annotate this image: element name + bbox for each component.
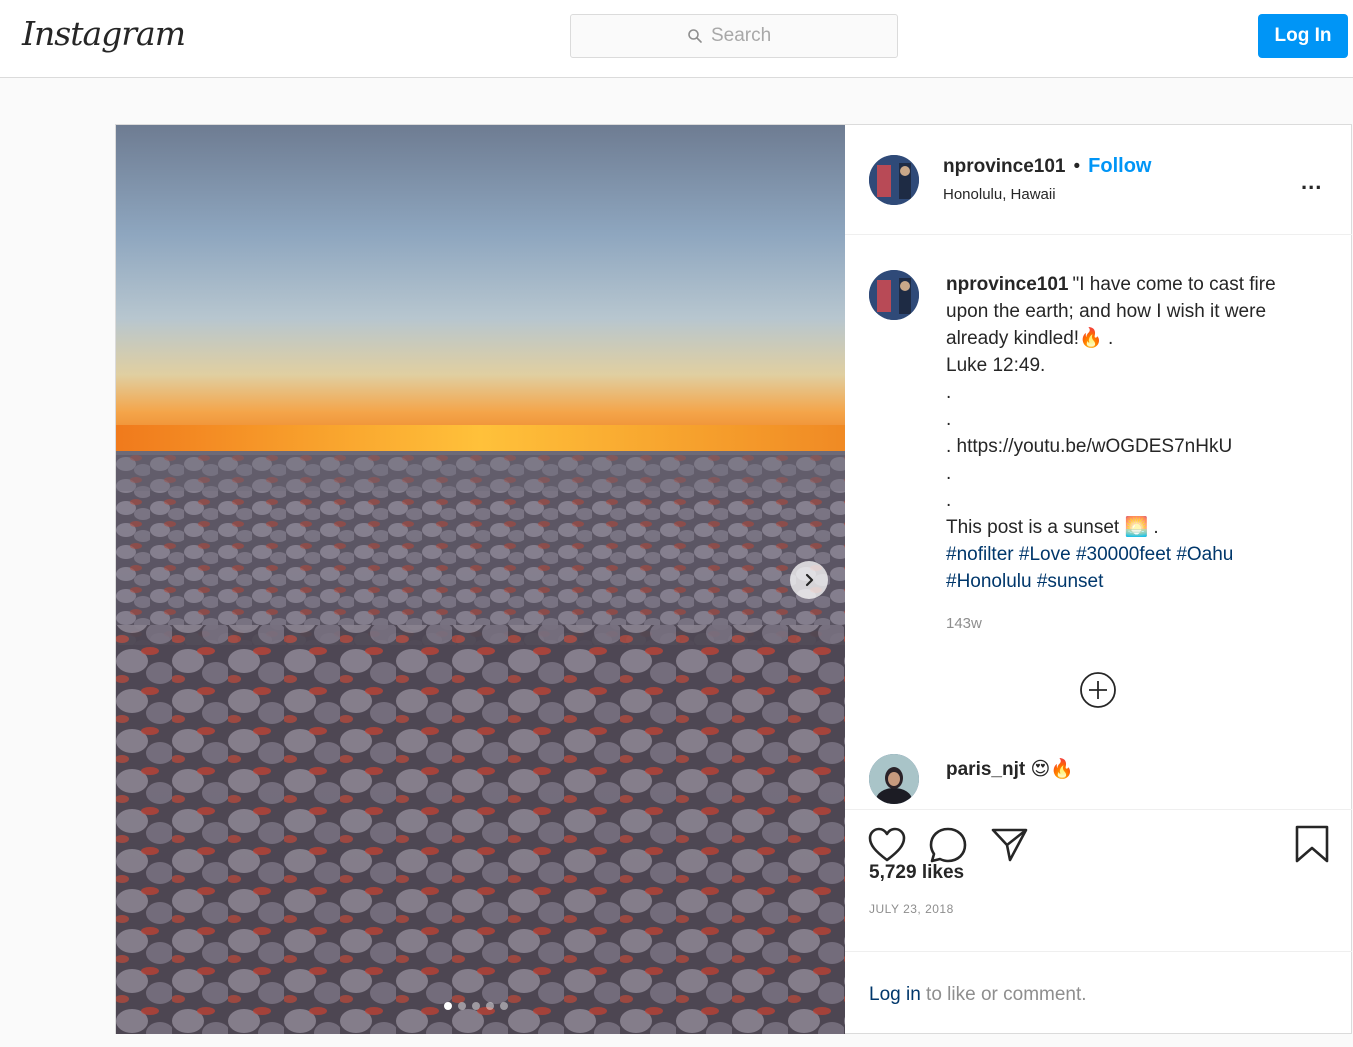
top-navigation-bar: Instagram Log In [0,0,1353,78]
login-prompt: Log in to like or comment. [869,984,1087,1006]
carousel-dot-2 [458,1002,466,1010]
carousel-next-button[interactable] [790,561,828,599]
post-footer: Log in to like or comment. [845,951,1352,1034]
search-icon [688,29,702,43]
save-button[interactable] [1293,824,1331,867]
caption-username[interactable]: nprovince101 [946,274,1069,295]
post-card: nprovince101 • Follow Honolulu, Hawaii .… [115,124,1352,1034]
carousel-dot-1 [444,1002,452,1010]
comment-icon [929,827,967,863]
hashtag-30000feet[interactable]: #30000feet [1076,544,1171,565]
share-icon [991,828,1028,862]
hashtag-nofilter[interactable]: #nofilter [946,544,1014,565]
post-actions: 5,729 likes JULY 23, 2018 [845,809,1352,951]
caption-line-2: Luke 12:49. [946,355,1046,376]
post-location[interactable]: Honolulu, Hawaii [943,186,1056,203]
login-prompt-text: to like or comment. [920,984,1087,1005]
carousel-indicator [444,1002,508,1010]
instagram-logo[interactable]: Instagram [22,14,186,53]
search-input[interactable] [711,25,781,47]
post-header: nprovince101 • Follow Honolulu, Hawaii .… [845,125,1352,235]
caption-line-7: . [946,490,952,511]
caption-line-8: This post is a sunset 🌅 . [946,517,1159,538]
likes-count[interactable]: 5,729 likes [869,862,964,884]
caption-age[interactable]: 143w [946,615,982,632]
author-line: nprovince101 • Follow [943,155,1151,178]
like-button[interactable] [867,826,907,867]
author-username[interactable]: nprovince101 [943,156,1066,178]
author-avatar[interactable] [869,155,919,205]
hashtag-honolulu[interactable]: #Honolulu [946,571,1032,592]
post-sidebar: nprovince101 • Follow Honolulu, Hawaii .… [845,125,1352,1034]
carousel-dot-4 [486,1002,494,1010]
post-caption: nprovince101 "I have come to cast fire up… [946,271,1321,595]
hashtag-oahu[interactable]: #Oahu [1176,544,1233,565]
post-photo[interactable] [116,125,845,1034]
follow-button[interactable]: Follow [1088,155,1151,178]
commenter-username[interactable]: paris_njt [946,759,1025,780]
hashtag-sunset[interactable]: #sunset [1037,571,1104,592]
plus-circle-icon [1080,672,1116,708]
commenter-avatar-image [869,754,919,804]
sunset-clouds-image [116,125,845,1034]
heart-icon [868,827,906,862]
chevron-right-icon [805,573,814,587]
author-avatar-image [869,155,919,205]
caption-line-4: . [946,409,952,430]
share-button[interactable] [989,826,1029,867]
caption-line-3: . [946,382,952,403]
carousel-dot-5 [500,1002,508,1010]
commenter-avatar[interactable] [869,754,919,804]
comment-text: 😍🔥 [1030,759,1074,780]
caption-avatar-image [869,270,919,320]
log-in-button[interactable]: Log In [1258,14,1348,58]
log-in-link[interactable]: Log in [869,984,921,1005]
caption-link-line[interactable]: . https://youtu.be/wOGDES7nHkU [946,433,1321,460]
caption-avatar[interactable] [869,270,919,320]
bookmark-icon [1295,825,1329,863]
search-box[interactable] [570,14,898,58]
comment-button[interactable] [928,826,968,867]
separator-dot: • [1073,155,1081,177]
comment-row: paris_njt 😍🔥 [946,757,1074,781]
more-options-icon[interactable]: ... [1301,169,1322,195]
load-more-comments-button[interactable] [1079,671,1117,709]
hashtag-love[interactable]: #Love [1019,544,1071,565]
caption-line-6: . [946,463,952,484]
post-date[interactable]: JULY 23, 2018 [869,902,954,916]
carousel-dot-3 [472,1002,480,1010]
